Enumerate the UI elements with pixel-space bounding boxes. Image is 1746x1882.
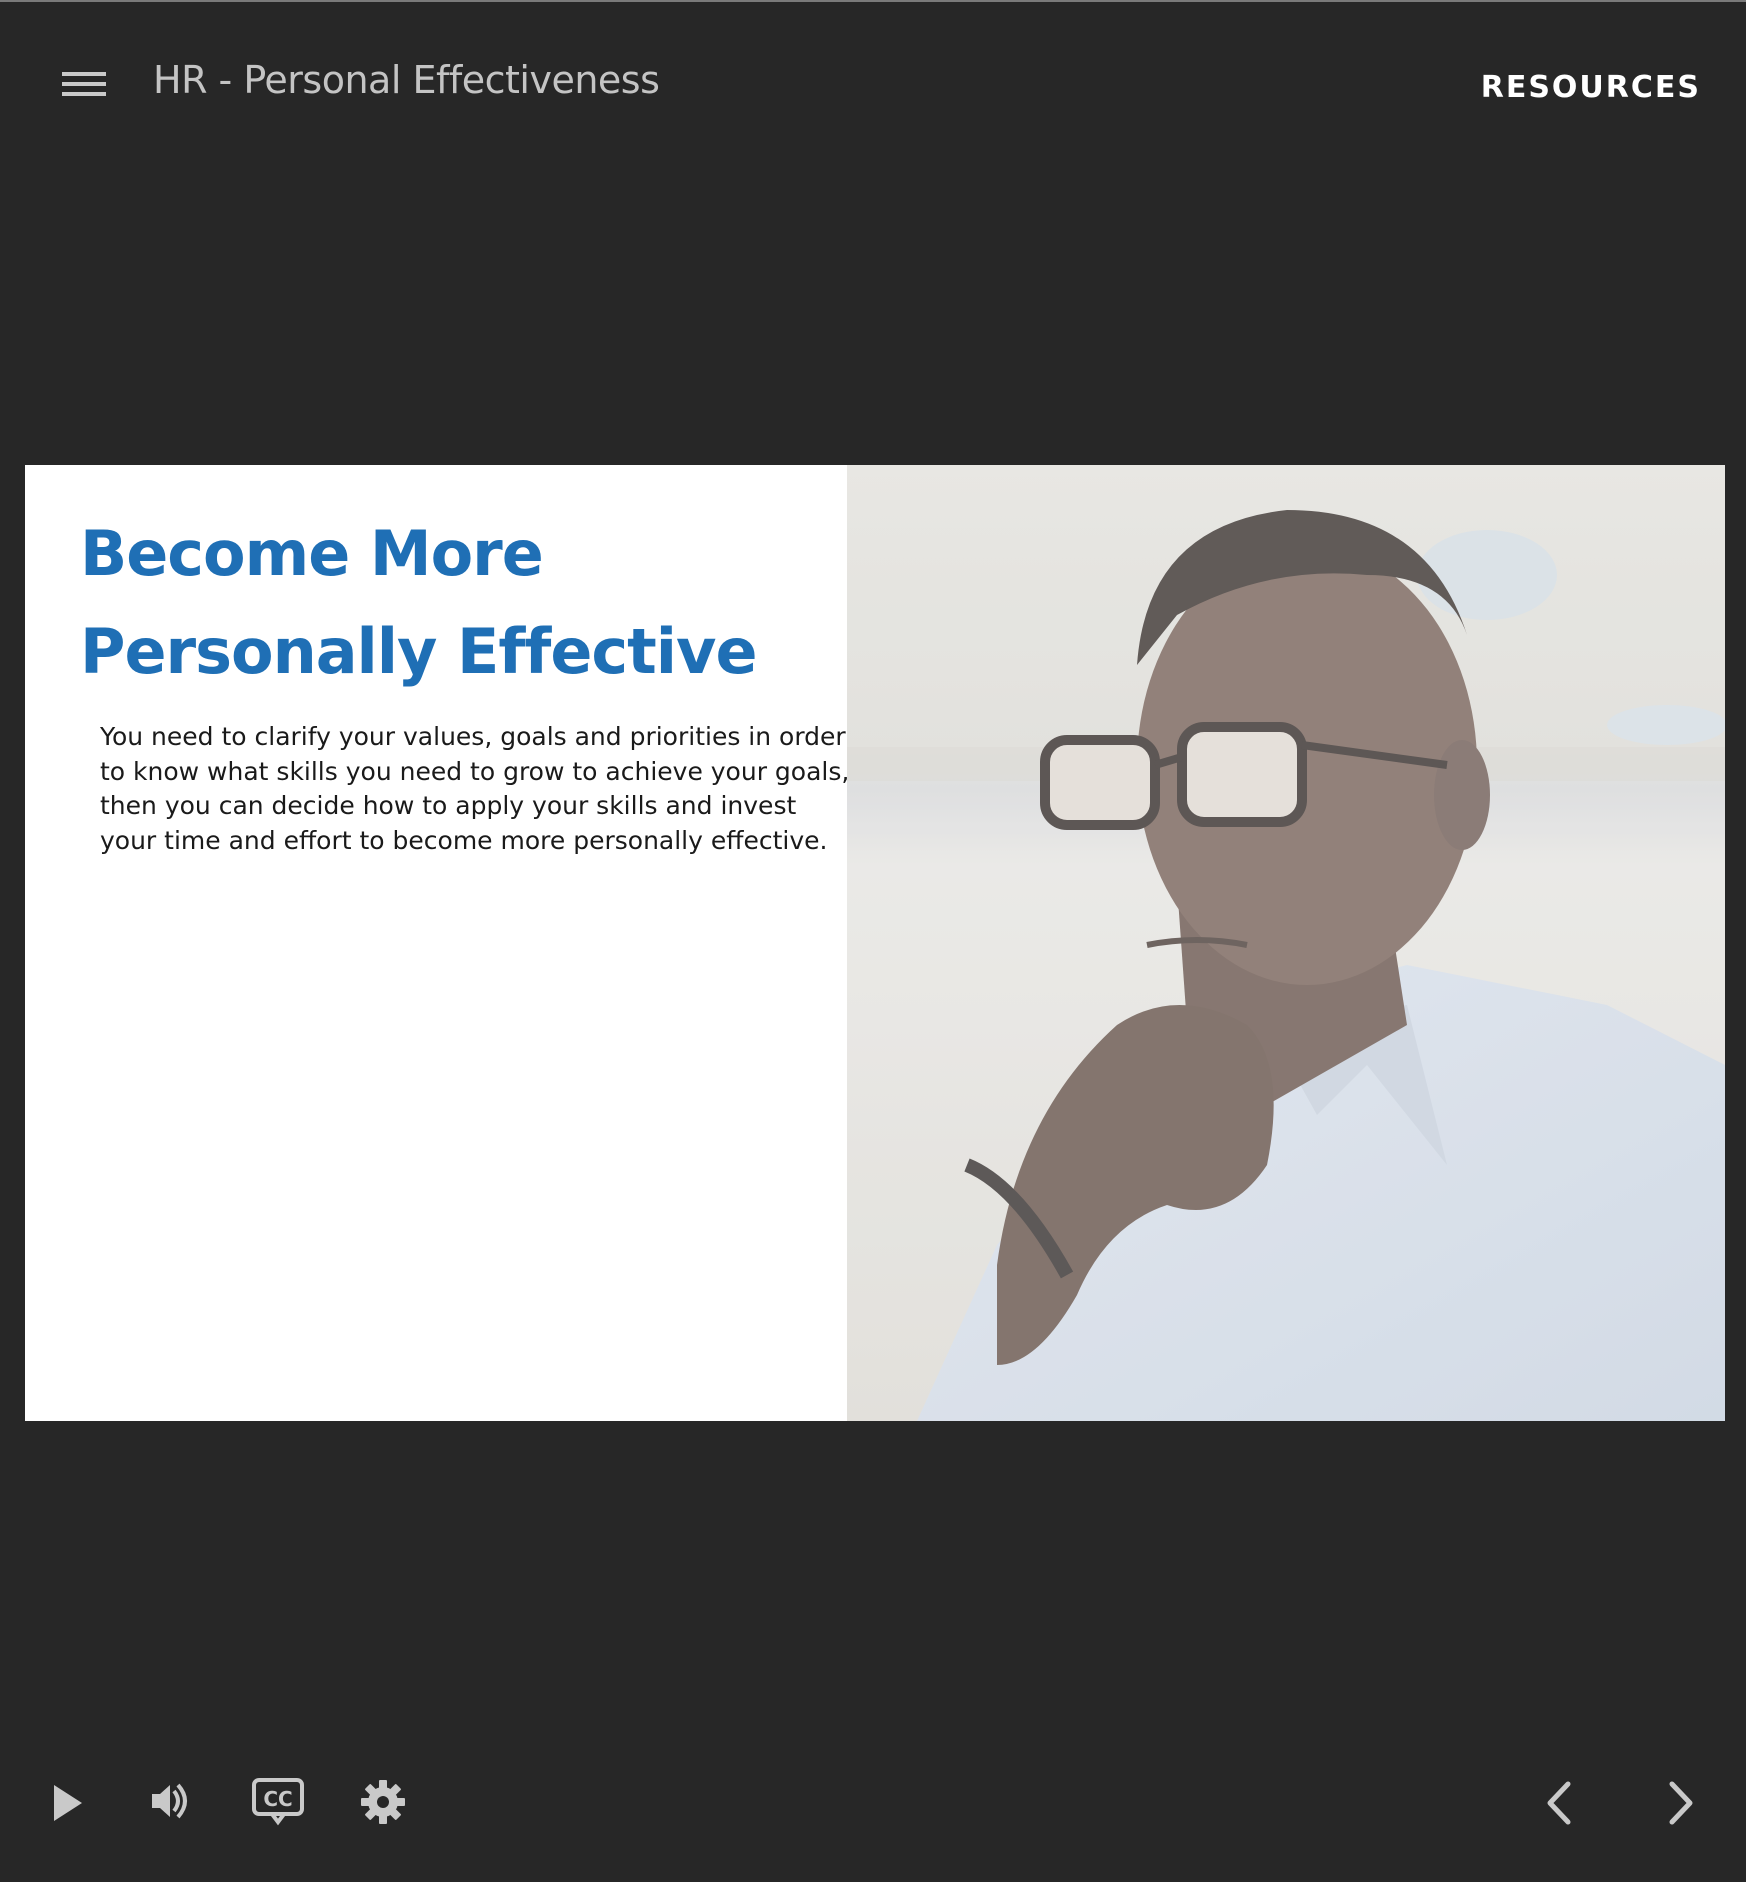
- menu-bar: [62, 82, 106, 86]
- chevron-left-icon[interactable]: [1540, 1780, 1580, 1826]
- man-with-glasses-thinking-photo: [847, 465, 1725, 1421]
- svg-text:CC: CC: [263, 1787, 292, 1811]
- menu-bar: [62, 92, 106, 96]
- slide-content: Become More Personally Effective You nee…: [25, 465, 1725, 1421]
- resources-button[interactable]: RESOURCES: [1481, 70, 1701, 105]
- slide-heading: Become More Personally Effective: [80, 505, 758, 701]
- window-top-border: [0, 0, 1746, 2]
- volume-icon[interactable]: [150, 1777, 198, 1825]
- hamburger-menu-icon[interactable]: [56, 66, 112, 106]
- slide-body-text: You need to clarify your values, goals a…: [100, 722, 850, 855]
- slide-heading-line-2: Personally Effective: [80, 615, 758, 688]
- gear-icon[interactable]: [360, 1779, 406, 1825]
- chevron-right-icon[interactable]: [1660, 1780, 1700, 1826]
- menu-bar: [62, 72, 106, 76]
- course-title: HR - Personal Effectiveness: [153, 58, 660, 102]
- closed-captions-icon[interactable]: CC: [252, 1778, 304, 1826]
- slide-heading-line-1: Become More: [80, 517, 544, 590]
- play-icon[interactable]: [48, 1781, 88, 1825]
